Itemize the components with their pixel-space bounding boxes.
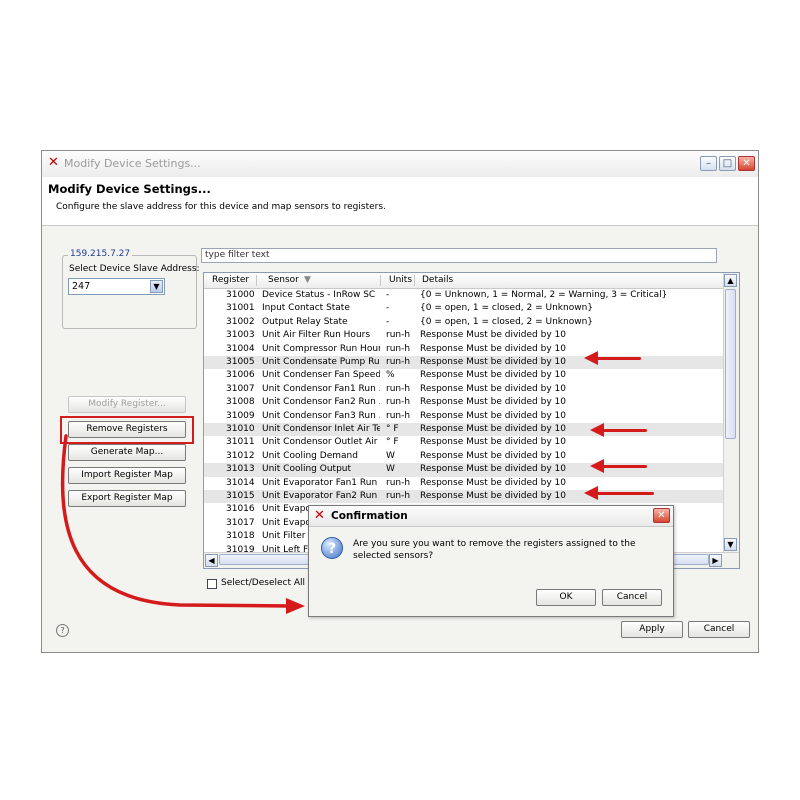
- dialog-title: Confirmation: [331, 510, 408, 522]
- confirmation-dialog: ✕ Confirmation ✕ ? Are you sure you want…: [308, 505, 674, 617]
- dialog-message: Are you sure you want to remove the regi…: [353, 539, 636, 561]
- app-x-icon: ✕: [314, 508, 325, 523]
- dialog-cancel-button[interactable]: Cancel: [602, 589, 662, 606]
- annotation-curve-arrow: [60, 434, 305, 614]
- ok-button[interactable]: OK: [536, 589, 596, 606]
- question-icon: ?: [321, 537, 343, 559]
- dialog-close-icon[interactable]: ✕: [653, 508, 670, 523]
- dialog-title-bar[interactable]: ✕ Confirmation ✕: [309, 506, 673, 527]
